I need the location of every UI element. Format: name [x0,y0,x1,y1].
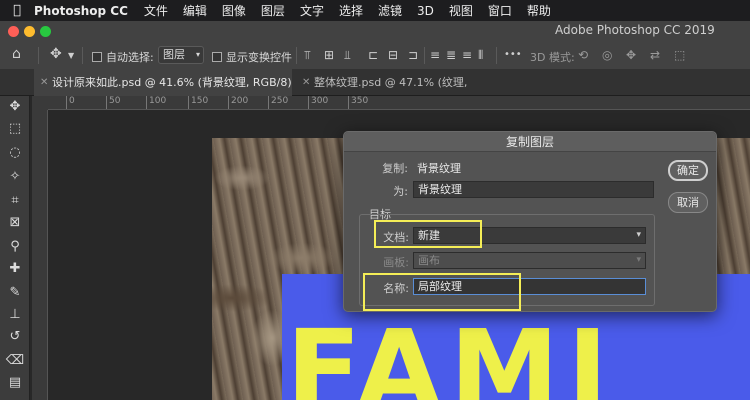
dialog-title: 复制图层 [344,132,716,152]
ruler-tick: 100 [146,96,166,109]
chevron-down-icon: ▾ [636,255,641,265]
as-label: 为: [393,185,408,198]
menu-select[interactable]: 选择 [339,2,363,19]
align-top-icon[interactable]: ⫪ [304,48,311,63]
as-input[interactable]: 背景纹理 [413,181,654,198]
window-minimize-dot[interactable] [24,26,35,37]
ruler-tick: 0 [66,96,75,109]
menu-help[interactable]: 帮助 [527,2,551,19]
artboard-select-value: 画布 [418,254,440,267]
ruler-tick: 50 [106,96,120,109]
artboard-label: 画板: [383,256,409,269]
menu-layer[interactable]: 图层 [261,2,285,19]
auto-select-checkbox[interactable] [92,50,102,63]
menu-3d[interactable]: 3D [417,4,434,18]
stamp-tool-icon[interactable]: ⊥ [5,306,25,324]
align-left-icon[interactable]: ⊏ [368,48,378,62]
home-icon[interactable]: ⌂ [12,46,21,62]
roll-3d-icon[interactable]: ◎ [602,48,612,62]
document-tabs: ✕ 设计原来如此.psd @ 41.6% (背景纹理, RGB/8) * ✕ 整… [0,69,750,116]
eraser-tool-icon[interactable]: ⌫ [5,352,25,370]
tool-preset-chevron-icon[interactable]: ▼ [68,51,74,60]
ok-button[interactable]: 确定 [668,160,708,181]
distribute-bottom-icon[interactable]: ≡ [462,48,472,62]
ruler-left [32,110,48,400]
healing-brush-tool-icon[interactable]: ✚ [5,260,25,278]
menu-edit[interactable]: 编辑 [183,2,207,19]
align-vcenter-icon[interactable]: ⊞ [324,48,334,62]
highlight-document-field [374,220,482,248]
menu-image[interactable]: 图像 [222,2,246,19]
as-input-value: 背景纹理 [418,183,462,196]
ruler-tick: 350 [348,96,368,109]
menu-type[interactable]: 文字 [300,2,324,19]
cancel-button[interactable]: 取消 [668,192,708,213]
align-hcenter-icon[interactable]: ⊟ [388,48,398,62]
chevron-down-icon: ▾ [636,230,641,240]
highlight-name-field [363,273,521,311]
ruler-top: 0 50 100 150 200 250 300 350 [48,96,750,110]
auto-select-label: 自动选择: [106,51,154,64]
window-zoom-dot[interactable] [40,26,51,37]
ruler-tick: 300 [308,96,328,109]
copy-label: 复制: [382,162,408,175]
window-close-dot[interactable] [8,26,19,37]
pan-3d-icon[interactable]: ✥ [626,48,636,62]
brush-tool-icon[interactable]: ✎ [5,284,25,302]
menu-window[interactable]: 窗口 [488,2,512,19]
auto-select-dropdown[interactable]: 图层 ▾ [158,46,204,64]
artboard-select: 画布 ▾ [413,252,646,269]
gradient-tool-icon[interactable]: ▤ [5,374,25,392]
apple-icon[interactable]:  [10,3,24,18]
chevron-down-icon: ▾ [195,50,200,59]
mode-3d-label: 3D 模式: [530,51,575,64]
ruler-tick: 150 [188,96,208,109]
copy-value: 背景纹理 [417,162,461,175]
marquee-tool-icon[interactable]: ⬚ [5,120,25,138]
window-title: Adobe Photoshop CC 2019 [555,23,715,37]
magic-wand-tool-icon[interactable]: ✧ [5,168,25,186]
lasso-tool-icon[interactable]: ◌ [5,144,25,162]
ruler-corner [32,96,48,110]
tab-texture-doc[interactable]: ✕ 整体纹理.psd @ 47.1% (纹理, RGB/8) [296,69,506,116]
more-options-icon[interactable]: ••• [504,49,522,60]
scale-3d-icon[interactable]: ⬚ [674,48,685,62]
show-transform-label: 显示变换控件 [226,51,292,64]
frame-tool-icon[interactable]: ⊠ [5,214,25,232]
tab-design-doc[interactable]: ✕ 设计原来如此.psd @ 41.6% (背景纹理, RGB/8) * [34,69,292,116]
close-icon[interactable]: ✕ [40,69,48,96]
eyedropper-tool-icon[interactable]: ⚲ [5,238,25,256]
distribute-vcenter-icon[interactable]: ≣ [446,48,456,62]
close-icon[interactable]: ✕ [302,69,310,96]
history-brush-tool-icon[interactable]: ↺ [5,328,25,346]
tools-panel: ✥ ⬚ ◌ ✧ ⌗ ⊠ ⚲ ✚ ✎ ⊥ ↺ ⌫ ▤ [0,96,30,400]
ruler-tick: 250 [268,96,288,109]
align-right-icon[interactable]: ⊐ [408,48,418,62]
move-tool-icon[interactable]: ✥ [5,98,25,116]
app-menu[interactable]: Photoshop CC [34,4,128,18]
menu-file[interactable]: 文件 [144,2,168,19]
align-bottom-icon[interactable]: ⫫ [344,48,351,63]
slide-3d-icon[interactable]: ⇄ [650,48,660,62]
distribute-horizontal-icon[interactable]: ⦀ [478,48,483,63]
menu-filter[interactable]: 滤镜 [378,2,402,19]
canvas-headline-text: FAMI [286,306,617,400]
ruler-tick: 200 [228,96,248,109]
crop-tool-icon[interactable]: ⌗ [5,192,25,210]
menu-bar:  Photoshop CC 文件 编辑 图像 图层 文字 选择 滤镜 3D 视… [0,0,750,21]
orbit-3d-icon[interactable]: ⟲ [578,48,588,62]
options-bar: Adobe Photoshop CC 2019 ⌂ ✥ ▼ 自动选择: 图层 ▾… [0,21,750,69]
show-transform-checkbox[interactable] [212,50,222,63]
menu-view[interactable]: 视图 [449,2,473,19]
move-tool-icon[interactable]: ✥ [50,46,62,62]
distribute-top-icon[interactable]: ≡ [430,48,440,62]
auto-select-value: 图层 [163,48,185,61]
